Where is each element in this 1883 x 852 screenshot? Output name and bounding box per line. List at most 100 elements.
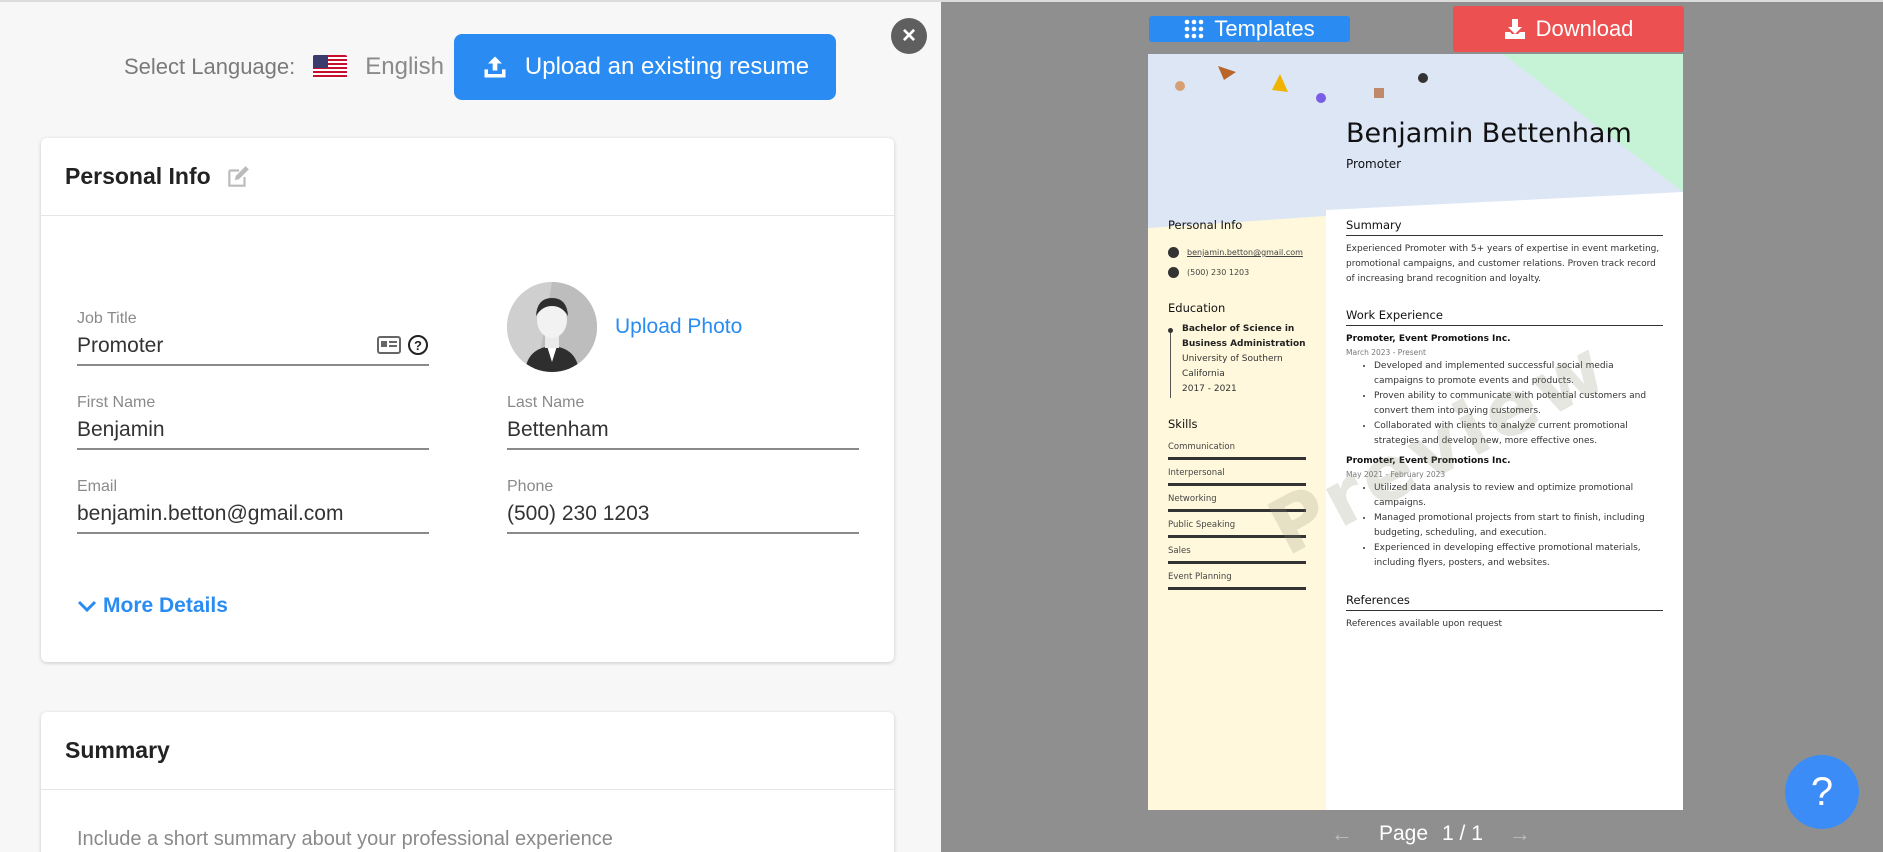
skill-label: Sales (1168, 546, 1191, 556)
summary-card: Summary Include a short summary about yo… (41, 712, 894, 852)
templates-button[interactable]: Templates (1149, 16, 1350, 42)
resume-job-title: Promoter (1346, 157, 1402, 171)
job-title-label: Job Title (77, 310, 137, 327)
job-dates: March 2023 - Present (1346, 348, 1426, 357)
page-navigation: ← Page 1 / 1 → (1331, 821, 1531, 847)
education-degree-line1: Bachelor of Science in (1182, 324, 1295, 334)
us-flag-icon (313, 55, 348, 79)
job-title-value: Promoter (77, 334, 164, 357)
resume-references-heading: References (1346, 593, 1410, 607)
language-selector[interactable]: Select Language: English (124, 34, 444, 100)
references-divider (1346, 610, 1663, 611)
avatar[interactable] (507, 282, 597, 372)
skill-item: Event Planning (1168, 572, 1306, 590)
download-label: Download (1535, 16, 1634, 41)
phone-input[interactable]: (500) 230 1203 (507, 502, 859, 534)
resume-skills-heading: Skills (1168, 417, 1198, 431)
close-button[interactable]: × (891, 18, 927, 54)
more-details-label: More Details (103, 594, 228, 617)
resume-email: benjamin.betton@gmail.com (1168, 247, 1303, 258)
upload-existing-resume-label: Upload an existing resume (524, 53, 810, 80)
email-value: benjamin.betton@gmail.com (77, 502, 344, 525)
upload-photo-link[interactable]: Upload Photo (615, 315, 742, 339)
email-input[interactable]: benjamin.betton@gmail.com (77, 502, 429, 534)
email-field: Email benjamin.betton@gmail.com (77, 478, 429, 534)
phone-value: (500) 230 1203 (507, 502, 650, 525)
chevron-down-icon (77, 600, 97, 613)
download-icon (1504, 19, 1525, 39)
first-name-label: First Name (77, 394, 156, 411)
language-value[interactable]: English (365, 53, 444, 81)
resume-email-text: benjamin.betton@gmail.com (1187, 248, 1303, 257)
upload-icon (484, 56, 506, 78)
resume-summary-heading: Summary (1346, 218, 1402, 232)
last-name-input[interactable]: Bettenham (507, 418, 859, 450)
email-label: Email (77, 478, 118, 495)
last-name-label: Last Name (507, 394, 585, 411)
education-years: 2017 - 2021 (1182, 384, 1237, 394)
upload-existing-resume-button[interactable]: Upload an existing resume (454, 34, 836, 100)
summary-line: Experienced Promoter with 5+ years of ex… (1346, 244, 1660, 254)
skill-label: Networking (1168, 494, 1217, 504)
resume-page: Benjamin Bettenham Promoter Personal Inf… (1148, 54, 1683, 810)
download-button[interactable]: Download (1453, 6, 1684, 52)
skill-bar (1168, 561, 1306, 564)
resume-editor-panel: × Select Language: English Upload an exi… (0, 0, 941, 852)
education-timeline-dot (1168, 328, 1173, 333)
education-degree-line2: Business Administration (1182, 339, 1306, 349)
language-label: Select Language: (124, 54, 296, 79)
grid-icon (1185, 19, 1204, 39)
help-circle-icon[interactable]: ? (407, 334, 429, 356)
resume-preview-panel: Templates Download Benjamin Bettenham Pr… (941, 0, 1883, 852)
skill-label: Event Planning (1168, 572, 1232, 582)
phone-field: Phone (500) 230 1203 (507, 478, 859, 534)
personal-info-title: Personal Info (65, 163, 211, 189)
summary-divider (1346, 235, 1663, 236)
first-name-input[interactable]: Benjamin (77, 418, 429, 450)
resume-phone-text: (500) 230 1203 (1187, 268, 1250, 277)
education-timeline (1170, 330, 1171, 398)
personal-info-card: Personal Info Job Title Promoter ? Uploa… (41, 138, 894, 662)
resume-phone: (500) 230 1203 (1168, 267, 1249, 278)
first-name-field: First Name Benjamin (77, 394, 429, 450)
job-title-input[interactable]: Promoter ? (77, 334, 429, 366)
arrow-right-icon[interactable]: → (1509, 821, 1531, 847)
page-label: Page (1379, 822, 1429, 845)
skill-label: Interpersonal (1168, 468, 1225, 478)
resume-education-heading: Education (1168, 301, 1226, 315)
resume-work-heading: Work Experience (1346, 308, 1443, 322)
skill-label: Public Speaking (1168, 520, 1236, 530)
mail-icon (1168, 247, 1179, 258)
arrow-left-icon[interactable]: ← (1331, 821, 1353, 847)
education-school-line2: California (1182, 369, 1225, 379)
edit-icon[interactable] (225, 164, 251, 190)
skill-item: Communication (1168, 442, 1306, 460)
summary-placeholder[interactable]: Include a short summary about your profe… (77, 828, 613, 851)
id-card-icon[interactable] (377, 334, 401, 356)
phone-label: Phone (507, 478, 554, 495)
svg-text:?: ? (414, 338, 422, 353)
phone-icon (1168, 267, 1179, 278)
last-name-value: Bettenham (507, 418, 609, 441)
last-name-field: Last Name Bettenham (507, 394, 859, 450)
personal-info-header: Personal Info (41, 138, 894, 216)
help-button[interactable]: ? (1785, 755, 1859, 829)
skill-bar (1168, 457, 1306, 460)
templates-label: Templates (1214, 16, 1315, 41)
resume-personal-info-heading: Personal Info (1168, 218, 1243, 232)
references-text: References available upon request (1346, 619, 1503, 629)
skill-label: Communication (1168, 442, 1235, 452)
first-name-value: Benjamin (77, 418, 165, 441)
job-title-field: Job Title Promoter ? (77, 310, 429, 366)
skill-bar (1168, 587, 1306, 590)
summary-header: Summary (41, 712, 894, 790)
job-bullet: Managed promotional projects from start … (1374, 511, 1662, 541)
summary-line: promotional campaigns, and customer rela… (1346, 259, 1656, 269)
education-school-line1: University of Southern (1182, 354, 1283, 364)
resume-name: Benjamin Bettenham (1346, 118, 1632, 149)
summary-line: of increasing brand recognition and loya… (1346, 274, 1542, 284)
page-count: 1 / 1 (1442, 822, 1483, 845)
summary-title: Summary (65, 737, 170, 763)
photo-upload: Upload Photo (507, 282, 742, 372)
more-details-toggle[interactable]: More Details (77, 594, 228, 618)
